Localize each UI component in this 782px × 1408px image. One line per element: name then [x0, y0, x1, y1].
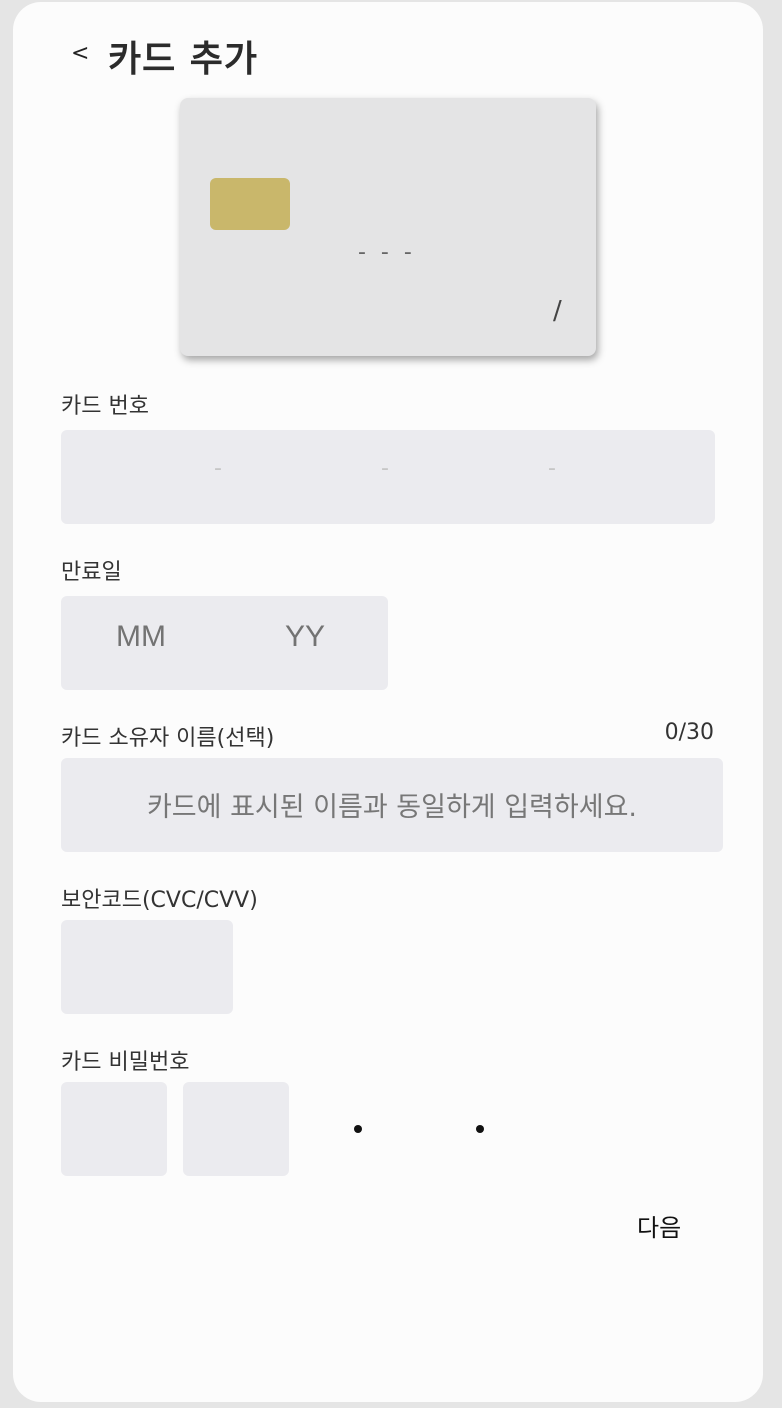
card-password-label: 카드 비밀번호	[61, 1050, 190, 1075]
password-digit-1-input[interactable]	[61, 1082, 167, 1176]
next-button[interactable]: 다음	[637, 1208, 681, 1243]
owner-name-input[interactable]: 카드에 표시된 이름과 동일하게 입력하세요.	[61, 758, 723, 852]
card-number-separator: -	[381, 456, 389, 481]
expiry-input[interactable]: MM YY	[61, 596, 388, 690]
add-card-screen: < 카드 추가 - - - / 카드 번호 - - - 만료일 MM YY 카드…	[13, 2, 763, 1402]
card-expiry-preview: /	[553, 296, 562, 326]
owner-name-placeholder: 카드에 표시된 이름과 동일하게 입력하세요.	[146, 792, 638, 823]
expiry-year-field[interactable]: YY	[285, 620, 325, 654]
card-number-input[interactable]: - - -	[61, 430, 715, 524]
cvc-label: 보안코드(CVC/CVV)	[61, 888, 258, 913]
back-button[interactable]: <	[71, 40, 89, 68]
owner-name-counter: 0/30	[664, 720, 714, 745]
card-number-preview: - - -	[358, 240, 416, 265]
card-number-separator: -	[214, 456, 222, 481]
cvc-input[interactable]	[61, 920, 233, 1014]
card-number-label: 카드 번호	[61, 394, 149, 419]
page-title: 카드 추가	[108, 39, 259, 80]
owner-name-label: 카드 소유자 이름(선택)	[61, 726, 275, 751]
password-masked-dot	[476, 1125, 484, 1133]
password-digit-2-input[interactable]	[183, 1082, 289, 1176]
card-preview: - - - /	[180, 98, 596, 356]
expiry-month-field[interactable]: MM	[116, 620, 166, 654]
expiry-label: 만료일	[61, 560, 122, 585]
card-number-separator: -	[548, 456, 556, 481]
card-chip-icon	[210, 178, 290, 230]
password-masked-dot	[354, 1125, 362, 1133]
